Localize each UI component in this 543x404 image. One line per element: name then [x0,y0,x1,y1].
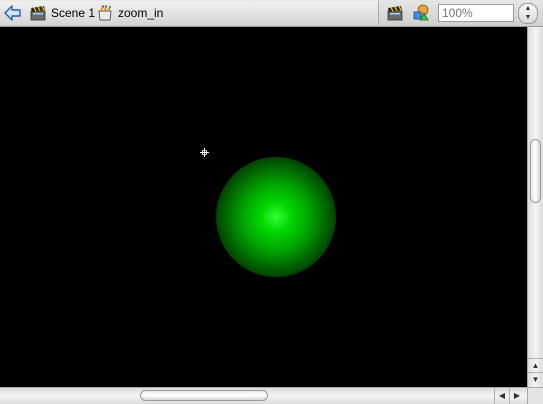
zoom-stepper-up[interactable]: ▲ [519,4,537,13]
green-glow-shape[interactable] [216,157,336,277]
edit-scene-button[interactable] [386,4,404,21]
edit-bar: Scene 1 zoom_in 100% ▲ ▼ [0,0,543,27]
breadcrumb-scene[interactable]: Scene 1 [30,1,95,25]
vertical-scrollbar[interactable]: ▲ ▼ [527,27,543,387]
edit-symbol-button[interactable] [412,4,430,21]
symbol-label: zoom_in [118,6,164,20]
scroll-up-arrow[interactable]: ▲ [528,358,543,372]
registration-point-icon [200,144,209,157]
scroll-right-arrow[interactable]: ▶ [509,388,524,404]
zoom-stepper-down[interactable]: ▼ [519,13,537,22]
breadcrumb-symbol[interactable]: zoom_in [97,1,163,25]
breadcrumb: Scene 1 zoom_in [0,1,379,25]
zoom-stepper[interactable]: ▲ ▼ [518,3,538,24]
scrollbar-corner [527,387,543,404]
zoom-input[interactable] [438,4,514,22]
clapperboard-icon [30,5,46,21]
back-arrow-icon [4,5,21,21]
edit-symbol-icon [413,4,429,21]
horizontal-scroll-thumb[interactable] [140,390,268,401]
edit-scene-icon [387,6,403,21]
horizontal-scrollbar[interactable]: ◀ ▶ [0,387,527,404]
back-button[interactable] [3,4,23,22]
scene-label: Scene 1 [51,6,96,20]
scroll-left-arrow[interactable]: ◀ [494,388,509,404]
scroll-down-arrow[interactable]: ▼ [528,372,543,386]
movieclip-symbol-icon [97,5,113,21]
vertical-scroll-thumb[interactable] [530,139,541,203]
stage-canvas[interactable] [0,27,527,387]
